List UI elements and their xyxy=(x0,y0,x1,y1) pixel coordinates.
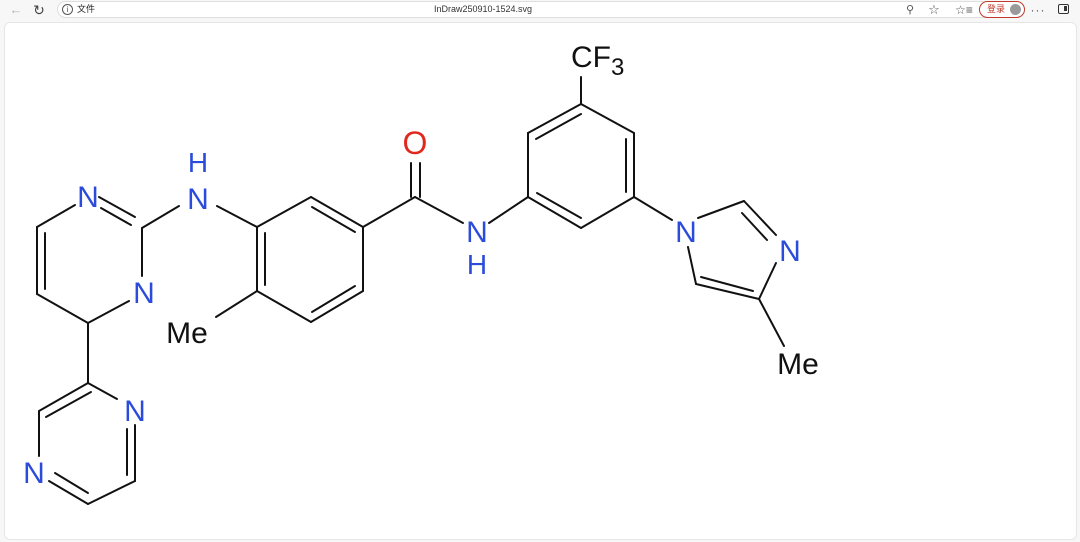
bond xyxy=(98,196,136,218)
bond xyxy=(100,207,132,226)
svg-viewer: CF3 O H N N H N N N N N N Me Me xyxy=(4,22,1077,540)
bond xyxy=(36,293,89,324)
bond xyxy=(54,472,89,494)
url-text[interactable]: InDraw250910-1524.svg xyxy=(58,2,908,17)
methyl-imidazole-label: Me xyxy=(777,348,819,381)
carbonyl-oxygen-label: O xyxy=(403,125,428,161)
bond xyxy=(488,196,529,224)
bond xyxy=(535,113,582,140)
more-icon[interactable]: ··· xyxy=(1030,0,1046,20)
bond xyxy=(256,290,312,323)
bond xyxy=(758,298,785,347)
bond xyxy=(633,196,673,221)
bond xyxy=(741,212,768,241)
login-label: 登录 xyxy=(987,4,1006,14)
bond xyxy=(414,196,464,224)
bond xyxy=(743,200,777,236)
amine-nitrogen-label: N xyxy=(187,183,209,216)
imidazole-nitrogen-3-label: N xyxy=(779,235,801,268)
avatar-icon xyxy=(1010,4,1021,15)
bond xyxy=(215,290,258,318)
bond xyxy=(695,283,760,300)
address-bar[interactable]: i 文件 InDraw250910-1524.svg xyxy=(57,1,997,18)
sidebar-toggle-icon[interactable] xyxy=(1058,4,1069,14)
bond xyxy=(87,300,130,324)
bond xyxy=(697,200,745,219)
bond xyxy=(362,196,416,228)
login-button[interactable]: 登录 xyxy=(979,1,1025,18)
bond xyxy=(87,382,118,400)
bond xyxy=(700,276,754,292)
amide-hydrogen-label: H xyxy=(467,249,487,280)
amide-nitrogen-label: N xyxy=(466,216,488,249)
bond xyxy=(310,290,364,323)
pyrazine-nitrogen-4-label: N xyxy=(23,457,45,490)
bond xyxy=(758,262,777,300)
star-icon[interactable]: ☆ xyxy=(926,0,942,20)
bond xyxy=(687,246,697,285)
bond xyxy=(216,205,258,228)
bond xyxy=(256,196,312,228)
zoom-icon[interactable]: ⚲ xyxy=(902,0,918,20)
methyl-benzene-label: Me xyxy=(166,317,208,350)
favorites-icon[interactable]: ☆≡ xyxy=(955,0,973,20)
bond xyxy=(45,391,92,418)
imidazole-nitrogen-1-label: N xyxy=(675,216,697,249)
bond xyxy=(580,103,635,134)
bond xyxy=(48,480,89,505)
pyrimidine-nitrogen-1-label: N xyxy=(77,181,99,214)
back-icon[interactable]: ← xyxy=(8,0,24,20)
molecule-structure: CF3 O H N N H N N N N N N Me Me xyxy=(23,41,819,505)
bond xyxy=(36,204,76,228)
reload-icon[interactable]: ↻ xyxy=(31,0,47,20)
bond xyxy=(580,196,635,229)
amine-hydrogen-label: H xyxy=(188,147,208,178)
cf3-label: CF3 xyxy=(571,41,624,81)
pyrimidine-nitrogen-3-label: N xyxy=(133,277,155,310)
bond xyxy=(87,480,136,505)
bond xyxy=(141,205,180,229)
pyrazine-nitrogen-1-label: N xyxy=(124,395,146,428)
browser-toolbar: ← ↻ i 文件 InDraw250910-1524.svg ⚲ ☆ ☆≡ 登录… xyxy=(0,0,1080,20)
